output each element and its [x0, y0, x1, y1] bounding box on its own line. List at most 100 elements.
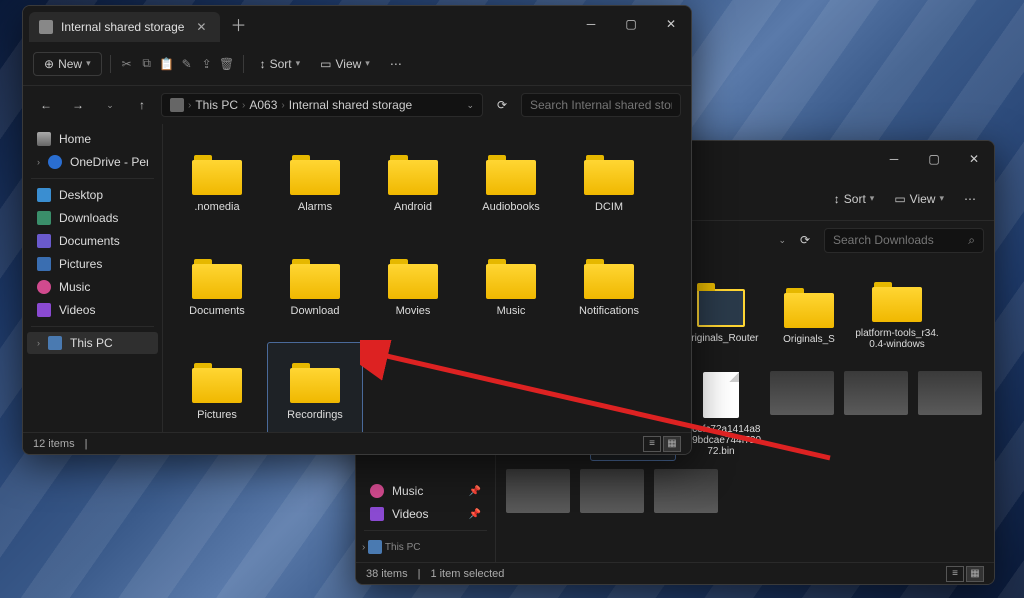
refresh-button[interactable]: ⟳ — [489, 92, 515, 118]
sidebar-item-music[interactable]: Music — [27, 276, 158, 298]
chevron-right-icon: › — [242, 100, 245, 111]
sort-icon: ↕ — [834, 192, 840, 206]
search-field[interactable] — [530, 98, 672, 112]
folder-icon — [388, 259, 438, 299]
folder-label: Movies — [396, 305, 431, 317]
tab-title: Internal shared storage — [61, 20, 184, 34]
view-button[interactable]: ▭View▾ — [886, 188, 952, 210]
folder-item[interactable]: Originals_S — [766, 269, 852, 363]
search-field[interactable] — [833, 233, 962, 247]
crumb-thispc[interactable]: This PC — [195, 98, 238, 112]
folder-item[interactable]: Alarms — [267, 134, 363, 234]
sidebar-item-desktop[interactable]: Desktop — [27, 184, 158, 206]
folder-icon — [584, 155, 634, 195]
delete-button[interactable]: 🗑 — [219, 56, 235, 72]
address-bar[interactable]: › This PC › A063 › Internal shared stora… — [161, 93, 483, 117]
folder-icon — [290, 259, 340, 299]
image-thumbnail[interactable] — [844, 371, 908, 415]
tab-active[interactable]: Internal shared storage ✕ — [29, 12, 220, 42]
folder-item[interactable]: Movies — [365, 238, 461, 338]
onedrive-icon — [48, 155, 62, 169]
forward-button[interactable]: → — [65, 92, 91, 118]
folder-item[interactable]: platform-tools_r34.0.4-windows — [854, 269, 940, 363]
address-bar-row: ← → ⌄ ↑ › This PC › A063 › Internal shar… — [23, 86, 691, 124]
folder-thumb-icon — [697, 289, 745, 327]
view-toggle: ≡ ▦ — [946, 566, 984, 582]
folder-item[interactable]: Music — [463, 238, 559, 338]
cut-button[interactable]: ✂ — [119, 56, 135, 72]
sidebar-item-videos[interactable]: Videos — [27, 299, 158, 321]
icons-view-button[interactable]: ▦ — [966, 566, 984, 582]
maximize-button[interactable]: ▢ — [611, 6, 651, 42]
folder-item[interactable]: Notifications — [561, 238, 657, 338]
sidebar-item-pictures[interactable]: Pictures — [27, 253, 158, 275]
rename-button[interactable]: ✎ — [179, 56, 195, 72]
sidebar-item-videos[interactable]: Videos📌 — [360, 503, 491, 525]
details-view-button[interactable]: ≡ — [643, 436, 661, 452]
paste-button[interactable]: 📋 — [159, 56, 175, 72]
chevron-right-icon: › — [188, 100, 191, 111]
minimize-button[interactable]: ─ — [571, 6, 611, 42]
search-input[interactable]: ⌕ — [824, 228, 984, 253]
sidebar-item-home[interactable]: Home — [27, 128, 158, 150]
pictures-icon — [37, 257, 51, 271]
addr-dropdown-icon[interactable]: ⌄ — [466, 100, 474, 111]
up-button[interactable]: ↑ — [129, 92, 155, 118]
minimize-button[interactable]: ─ — [874, 141, 914, 177]
close-tab-button[interactable]: ✕ — [192, 20, 210, 34]
folder-label: Pictures — [197, 409, 237, 421]
selection-count: 1 item selected — [430, 568, 504, 580]
folder-label: DCIM — [595, 201, 623, 213]
icons-view-button[interactable]: ▦ — [663, 436, 681, 452]
folder-item[interactable]: DCIM — [561, 134, 657, 234]
maximize-button[interactable]: ▢ — [914, 141, 954, 177]
image-thumbnail[interactable] — [770, 371, 834, 415]
image-thumbnail[interactable] — [918, 371, 982, 415]
folder-item[interactable]: Android — [365, 134, 461, 234]
folder-item[interactable]: Download — [267, 238, 363, 338]
folder-icon — [486, 259, 536, 299]
new-button[interactable]: ⊕New▾ — [33, 52, 102, 76]
folder-item[interactable]: Audiobooks — [463, 134, 559, 234]
folder-icon — [290, 363, 340, 403]
crumb-location[interactable]: Internal shared storage — [289, 98, 412, 112]
chevron-right-icon: › — [37, 338, 40, 348]
folder-icon — [388, 155, 438, 195]
image-thumbnail[interactable] — [654, 469, 718, 513]
crumb-device[interactable]: A063 — [249, 98, 277, 112]
image-thumbnail[interactable] — [506, 469, 570, 513]
folder-item[interactable]: Recordings — [267, 342, 363, 432]
sidebar-item-onedrive[interactable]: ›OneDrive - Perso — [27, 151, 158, 173]
close-button[interactable]: ✕ — [954, 141, 994, 177]
copy-button[interactable]: ⧉ — [139, 56, 155, 72]
refresh-button[interactable]: ⟳ — [792, 227, 818, 253]
more-button[interactable]: ⋯ — [382, 53, 410, 75]
details-view-button[interactable]: ≡ — [946, 566, 964, 582]
back-button[interactable]: ← — [33, 92, 59, 118]
sidebar-item-downloads[interactable]: Downloads — [27, 207, 158, 229]
share-button[interactable]: ⇪ — [199, 56, 215, 72]
new-tab-button[interactable]: ＋ — [220, 12, 256, 36]
sort-button[interactable]: ↕Sort▾ — [826, 188, 883, 210]
expand-thispc[interactable]: › This PC — [356, 536, 495, 558]
recent-button[interactable]: ⌄ — [97, 92, 123, 118]
folder-item[interactable]: .nomedia — [169, 134, 265, 234]
folder-content[interactable]: .nomediaAlarmsAndroidAudiobooks DCIM Docum… — [163, 124, 691, 432]
close-button[interactable]: ✕ — [651, 6, 691, 42]
folder-icon — [584, 259, 634, 299]
desktop-icon — [37, 188, 51, 202]
view-button[interactable]: ▭View▾ — [312, 53, 378, 75]
image-thumbnail[interactable] — [580, 469, 644, 513]
videos-icon — [37, 303, 51, 317]
folder-item[interactable]: Pictures — [169, 342, 265, 432]
sidebar-item-documents[interactable]: Documents — [27, 230, 158, 252]
sidebar-item-thispc[interactable]: ›This PC — [27, 332, 158, 354]
sidebar: Home ›OneDrive - Perso Desktop Downloads… — [23, 124, 163, 432]
addr-dropdown-icon[interactable]: ⌄ — [778, 235, 786, 246]
search-input[interactable] — [521, 93, 681, 117]
sidebar-item-music[interactable]: Music📌 — [360, 480, 491, 502]
folder-item[interactable]: Documents — [169, 238, 265, 338]
sort-button[interactable]: ↕Sort▾ — [252, 53, 309, 75]
more-button[interactable]: ⋯ — [956, 188, 984, 210]
folder-icon — [486, 155, 536, 195]
